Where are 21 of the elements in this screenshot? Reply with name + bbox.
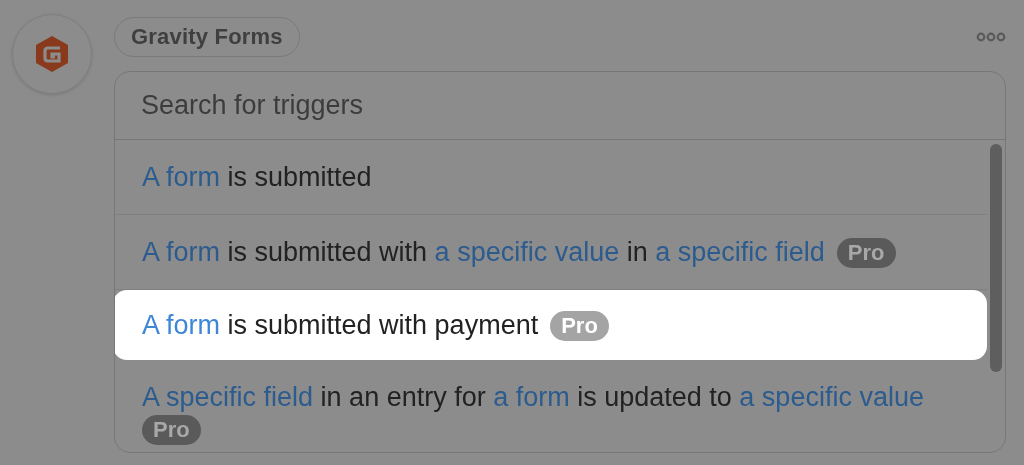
search-field[interactable]: Search for triggers — [141, 90, 979, 121]
trigger-link[interactable]: A form — [142, 310, 221, 340]
trigger-link[interactable]: a form — [493, 382, 570, 412]
pro-badge: Pro — [550, 311, 609, 341]
trigger-option[interactable]: A specific field in an entry for a form is updated to a specific value Pro — [115, 360, 987, 452]
trigger-link[interactable]: A form — [142, 162, 221, 192]
trigger-text: A form is submitted — [142, 162, 372, 192]
pro-badge: Pro — [836, 238, 896, 268]
more-menu-icon[interactable] — [976, 32, 1006, 42]
trigger-text: A form is submitted with payment — [142, 310, 539, 340]
trigger-text: A form is submitted with a specific value in a specific field — [142, 237, 825, 267]
trigger-link[interactable]: a specific value — [434, 237, 620, 267]
scrollbar-thumb[interactable] — [990, 144, 1002, 372]
trigger-link[interactable]: A specific field — [142, 382, 314, 412]
pro-badge: Pro — [142, 415, 201, 445]
trigger-link[interactable]: a specific value — [739, 382, 924, 412]
trigger-link[interactable]: a specific field — [655, 237, 825, 267]
trigger-option[interactable]: A form is submitted — [115, 140, 987, 215]
trigger-link[interactable]: A form — [142, 237, 221, 267]
trigger-option[interactable]: A form is submitted with payment Pro — [115, 290, 987, 360]
trigger-text: A specific field in an entry for a form is updated to a specific value — [142, 382, 924, 412]
